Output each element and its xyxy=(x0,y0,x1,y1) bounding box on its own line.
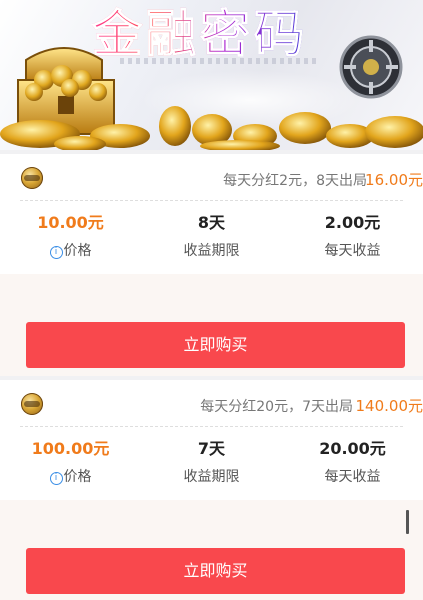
stat-price: 100.00元 i 价格 xyxy=(0,436,141,496)
price-value: 10.00元 xyxy=(37,213,104,232)
product-headline-price: 140.00元 xyxy=(355,397,423,415)
buy-area: 立即购买 xyxy=(0,274,423,376)
term-value: 7天 xyxy=(197,439,226,458)
product-header: 每天分红20元，7天出局 140.00元 xyxy=(0,380,423,426)
term-value: 8天 xyxy=(197,213,226,232)
divider xyxy=(20,426,403,427)
price-label: 价格 xyxy=(63,243,92,259)
stat-price: 10.00元 i 价格 xyxy=(0,210,141,270)
stat-daily: 20.00元 每天收益 xyxy=(282,436,423,496)
stat-term: 8天 收益期限 xyxy=(141,210,282,270)
price-value: 100.00元 xyxy=(31,439,110,458)
daily-label: 每天收益 xyxy=(324,469,381,485)
stat-daily: 2.00元 每天收益 xyxy=(282,210,423,270)
buy-now-button[interactable]: 立即购买 xyxy=(26,322,405,368)
buy-now-button[interactable]: 立即购买 xyxy=(26,548,405,594)
buy-area: 立即购买 xyxy=(0,500,423,600)
gold-coin-icon xyxy=(21,167,43,189)
product-stats: 100.00元 i 价格 7天 收益期限 20.00元 每天收益 xyxy=(0,436,423,496)
price-label: 价格 xyxy=(63,469,92,485)
daily-label: 每天收益 xyxy=(324,243,381,259)
scrollbar-thumb[interactable] xyxy=(406,510,409,534)
product-description: 每天分红2元，8天出局 xyxy=(223,173,367,189)
stat-term: 7天 收益期限 xyxy=(141,436,282,496)
term-label: 收益期限 xyxy=(183,469,240,485)
product-headline-price: 16.00元 xyxy=(365,171,423,189)
safe-icon xyxy=(339,35,403,99)
product-stats: 10.00元 i 价格 8天 收益期限 2.00元 每天收益 xyxy=(0,210,423,270)
daily-value: 2.00元 xyxy=(324,213,381,232)
info-icon[interactable]: i xyxy=(49,472,63,485)
product-card: 每天分红2元，8天出局 16.00元 10.00元 i 价格 8天 收益期限 2.… xyxy=(0,154,423,376)
product-card: 每天分红20元，7天出局 140.00元 100.00元 i 价格 7天 收益期限… xyxy=(0,380,423,600)
info-icon[interactable]: i xyxy=(49,246,63,259)
product-description: 每天分红20元，7天出局 xyxy=(200,399,353,415)
product-header: 每天分红2元，8天出局 16.00元 xyxy=(0,154,423,200)
divider xyxy=(20,200,403,201)
term-label: 收益期限 xyxy=(183,243,240,259)
gold-coin-icon xyxy=(21,393,43,415)
daily-value: 20.00元 xyxy=(319,439,386,458)
banner: 金融密码 xyxy=(0,0,423,150)
gold-coins-icon xyxy=(0,106,423,150)
